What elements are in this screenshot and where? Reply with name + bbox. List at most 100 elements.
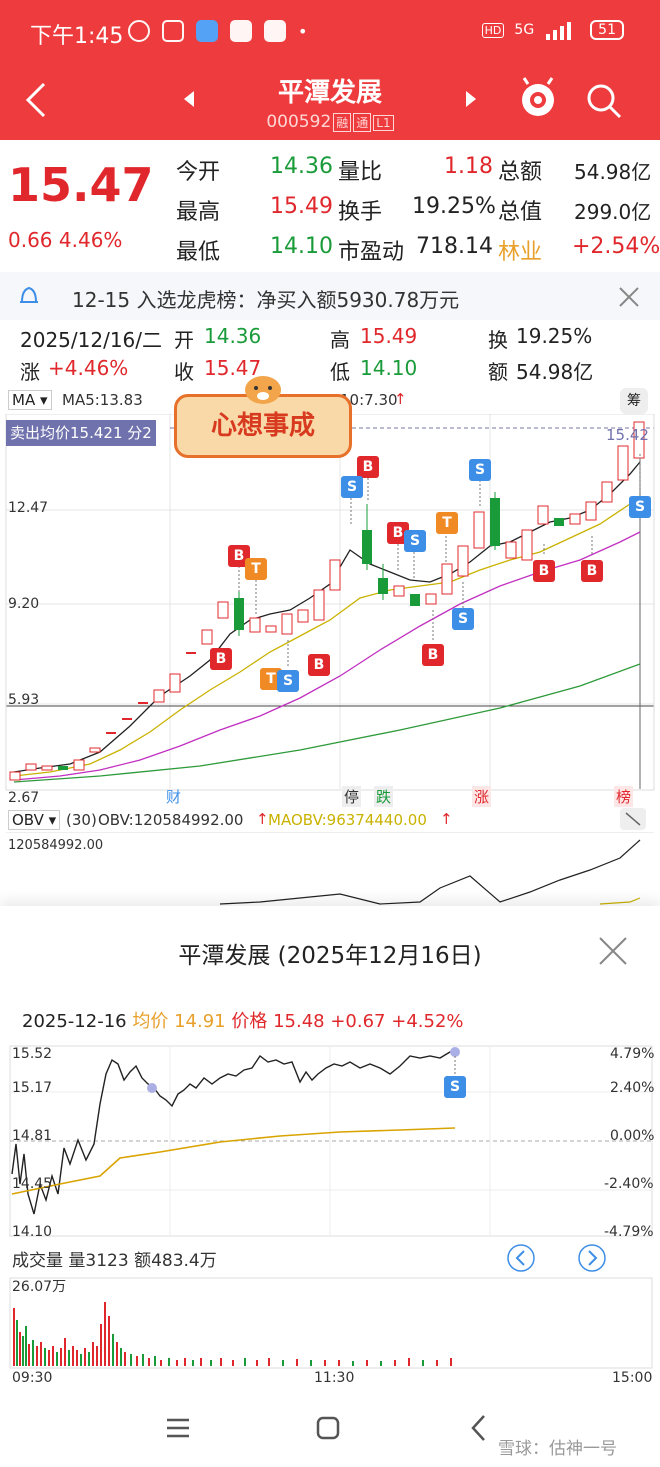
low-value: 14.10 <box>360 356 418 380</box>
t-badge[interactable]: T <box>436 512 458 534</box>
buy-badge[interactable]: B <box>581 560 603 582</box>
turnover-label: 换 <box>488 328 508 352</box>
turnover-value: 19.25% <box>516 324 593 348</box>
chips-button[interactable]: 筹 <box>620 388 648 414</box>
buy-badge[interactable]: B <box>357 456 379 478</box>
event-down[interactable]: 跌 <box>374 786 394 807</box>
kline-grid <box>6 414 654 789</box>
notice-text: 12-15 入选龙虎榜：净买入额5930.78万元 <box>72 288 460 312</box>
right-tick-4: -2.40% <box>604 1176 654 1192</box>
status-bar: 下午1:45 • HD 5G 51 <box>0 0 660 64</box>
ma5-value: MA5:13.83 <box>62 391 143 409</box>
volume-canvas <box>9 1277 653 1369</box>
app-icon <box>196 20 218 42</box>
obv-canvas <box>6 832 654 905</box>
volume-ratio-label: 量比 <box>338 160 383 185</box>
connect-tag: 通 <box>353 113 372 132</box>
low-label: 最低 <box>176 240 221 265</box>
high-value: 15.49 <box>360 324 418 348</box>
sell-badge[interactable]: S <box>452 608 474 630</box>
popup-title: 平潭发展 (2025年12月16日) <box>178 943 482 969</box>
intraday-canvas[interactable] <box>0 1044 660 1240</box>
y-tick-1: 12.47 <box>8 500 49 516</box>
turnover-label: 换手 <box>338 200 383 225</box>
price-change: 0.66 4.46% <box>8 228 122 252</box>
price-change-pct: +4.52% <box>391 1011 464 1032</box>
kline-frame <box>5 414 655 791</box>
event-halt[interactable]: 停 <box>342 786 362 807</box>
sector-label[interactable]: 林业 <box>498 234 542 266</box>
obv-selector[interactable]: OBV ▾ <box>8 810 61 830</box>
sell-badge[interactable]: S <box>277 670 299 692</box>
y-tick-4: 2.67 <box>8 790 40 806</box>
total-amount-value: 54.98亿 <box>574 160 652 184</box>
candles <box>9 421 645 781</box>
open-label: 开 <box>174 328 194 352</box>
low-value: 14.10 <box>270 234 333 259</box>
menu-icon[interactable] <box>165 1416 191 1440</box>
volume-bars <box>13 1302 452 1366</box>
time-tick-mid: 11:30 <box>314 1370 355 1386</box>
next-day-icon[interactable] <box>577 1243 607 1273</box>
close-icon[interactable] <box>618 286 640 308</box>
buy-badge[interactable]: B <box>422 644 444 666</box>
sell-avg-tooltip: 卖出均价15.421 分2 <box>6 420 156 446</box>
day-date: 2025/12/16/二 <box>20 328 163 352</box>
event-lhb[interactable]: 榜 <box>614 786 634 807</box>
popup-close-icon[interactable] <box>598 936 628 966</box>
open-value: 14.36 <box>204 324 262 348</box>
sector-change: +2.54% <box>572 234 660 259</box>
total-amount-label: 总额 <box>498 160 543 185</box>
back-nav-icon[interactable] <box>470 1414 486 1442</box>
maobv-value: MAOBV:96374440.00 <box>268 811 427 829</box>
battery-icon: 51 <box>590 20 624 40</box>
event-up[interactable]: 涨 <box>472 786 492 807</box>
pe-label: 市盈动 <box>338 240 405 265</box>
volume-value: 量3123 <box>68 1251 129 1271</box>
left-tick-5: 14.10 <box>12 1224 53 1240</box>
left-tick-2: 15.17 <box>12 1080 53 1096</box>
buy-badge[interactable]: B <box>533 560 555 582</box>
amount-value: 额483.4万 <box>134 1251 217 1271</box>
prev-day-icon[interactable] <box>506 1243 536 1273</box>
search-icon[interactable] <box>585 82 623 120</box>
time-tick-start: 09:30 <box>12 1370 53 1386</box>
t-badge[interactable]: T <box>245 558 267 580</box>
home-icon[interactable] <box>316 1416 340 1440</box>
change-value: 0.66 <box>8 228 53 252</box>
hd-icon: HD <box>481 22 505 38</box>
app-header: 下午1:45 • HD 5G 51 平潭发展 000592 融通 L1 <box>0 0 660 140</box>
volume-ratio-value: 1.18 <box>444 154 493 179</box>
level-tag: L1 <box>373 115 394 131</box>
stock-code: 000592 <box>266 112 332 132</box>
time-tick-end: 15:00 <box>612 1370 653 1386</box>
next-stock-icon[interactable] <box>464 90 478 108</box>
avg-price-line <box>11 1127 456 1195</box>
buy-badge[interactable]: B <box>308 654 330 676</box>
ma-selector[interactable]: MA ▾ <box>8 390 52 410</box>
right-tick-1: 4.79% <box>610 1046 655 1062</box>
sell-badge[interactable]: S <box>469 459 491 481</box>
sell-badge[interactable]: S <box>404 530 426 552</box>
kline-canvas[interactable] <box>0 414 660 806</box>
amount-label: 额 <box>488 360 508 384</box>
intraday-summary: 2025-12-16 均价 14.91 价格 15.48 +0.67 +4.52… <box>22 1007 464 1033</box>
event-finance[interactable]: 财 <box>166 786 181 807</box>
change-pct: 4.46% <box>58 228 123 252</box>
obv-arrow-icon: ↑ <box>256 810 269 828</box>
obv-value: OBV:120584992.00 <box>98 811 244 829</box>
app-icon <box>264 20 286 42</box>
left-tick-4: 14.45 <box>12 1176 53 1192</box>
buy-badge[interactable]: B <box>210 648 232 670</box>
sell-badge[interactable]: S <box>341 476 363 498</box>
ma-arrow-icon: ↑ <box>394 390 407 408</box>
sell-badge[interactable]: S <box>444 1076 466 1098</box>
stock-name: 平潭发展 <box>277 78 382 108</box>
sell-badge[interactable]: S <box>629 496 651 518</box>
mascot-icon[interactable] <box>518 76 558 120</box>
lhb-notice[interactable]: 12-15 入选龙虎榜：净买入额5930.78万元 <box>0 272 660 320</box>
status-right: HD 5G 51 <box>481 20 624 40</box>
bell-icon <box>20 286 38 303</box>
ma-selector-label: MA <box>12 391 36 409</box>
expand-icon[interactable] <box>620 808 646 830</box>
